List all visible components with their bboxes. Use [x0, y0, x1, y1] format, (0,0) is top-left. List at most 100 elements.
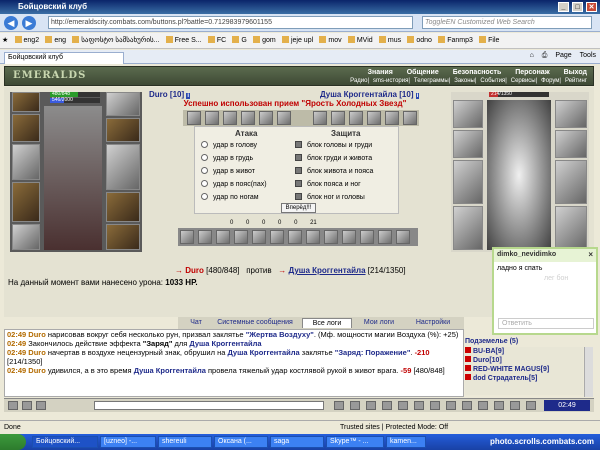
chat-input[interactable] [94, 401, 324, 410]
fav-link[interactable]: eng2 [14, 36, 39, 44]
forward-button[interactable]: Вперёд!!! [281, 203, 316, 213]
attack-option[interactable]: удар в грудь [201, 154, 253, 162]
menu-exit[interactable]: Выход [564, 69, 587, 76]
search-input[interactable]: ToggleEN Customized Web Search [422, 16, 592, 29]
tab-all-logs[interactable]: Все логи [302, 318, 352, 328]
menu-knowledge[interactable]: Знания [368, 69, 393, 76]
toolbar-icon[interactable] [22, 401, 32, 410]
toolbar-icon[interactable] [526, 401, 536, 410]
toolbar-icon[interactable] [462, 401, 472, 410]
taskbar-item[interactable]: Skype™ - ... [326, 436, 384, 448]
fav-link[interactable]: Fanmp3 [438, 36, 473, 44]
equip-slot[interactable] [12, 114, 40, 142]
toolbar-icon[interactable] [430, 401, 440, 410]
attack-option[interactable]: удар в пояс(пах) [201, 180, 267, 188]
toolbar-icon[interactable] [478, 401, 488, 410]
taskbar-item[interactable]: [uzneo] -... [100, 436, 156, 448]
tools-menu[interactable]: Tools [580, 52, 596, 59]
versus-right-name[interactable]: Душа Кроггентайла [289, 266, 366, 275]
player-row[interactable]: BU-BA[9] [465, 347, 583, 356]
fav-link[interactable]: jeje upl [281, 36, 313, 44]
taskbar-item[interactable]: saga [270, 436, 324, 448]
fav-link[interactable]: FC [207, 36, 226, 44]
fav-link[interactable]: საფოსტო სამსახურის... [72, 36, 160, 44]
forward-icon[interactable]: ▶ [22, 16, 36, 30]
skill-icon[interactable] [324, 230, 338, 244]
submenu-services[interactable]: Сервисы [511, 78, 536, 84]
skill-icon[interactable] [180, 230, 194, 244]
left-player-name[interactable]: Duro [10] i [149, 90, 191, 99]
right-player-name[interactable]: Душа Кроггентайла [10] i [320, 90, 420, 99]
player-row[interactable]: RED-WHITE MAGUS[9] [465, 365, 583, 374]
toolbar-icon[interactable] [8, 401, 18, 410]
submenu-forum[interactable]: Форум [541, 78, 559, 84]
favorites-star-icon[interactable]: ★ [2, 36, 8, 44]
fav-link[interactable]: Free S... [165, 36, 202, 44]
menu-security[interactable]: Безопасность [453, 69, 502, 76]
skill-icon[interactable] [198, 230, 212, 244]
fav-link[interactable]: MVid [347, 36, 373, 44]
home-icon[interactable]: ⌂ [530, 52, 534, 59]
attack-option[interactable]: удар в голову [201, 141, 257, 149]
close-icon[interactable]: × [588, 250, 593, 259]
equip-slot[interactable] [106, 192, 140, 222]
fav-link[interactable]: odno [407, 36, 432, 44]
toolbar-icon[interactable] [494, 401, 504, 410]
equip-slot[interactable] [12, 144, 40, 180]
toolbar-icon[interactable] [36, 401, 46, 410]
taskbar-item[interactable]: Оксана (... [214, 436, 268, 448]
close-icon[interactable]: ✕ [586, 2, 597, 12]
browser-tab[interactable]: Бойцовский клуб [4, 52, 124, 64]
skill-icon[interactable] [288, 230, 302, 244]
fav-link[interactable]: mus [378, 36, 401, 44]
start-button[interactable] [0, 434, 26, 450]
skill-icon[interactable] [396, 230, 410, 244]
print-icon[interactable]: ⎙ [542, 52, 548, 59]
minimize-icon[interactable]: _ [558, 2, 569, 12]
fav-link[interactable]: File [479, 36, 499, 44]
fav-link[interactable]: eng [45, 36, 66, 44]
skill-icon[interactable] [360, 230, 374, 244]
submenu-laws[interactable]: Законы [454, 78, 475, 84]
taskbar-item[interactable]: kamen... [386, 436, 426, 448]
submenu-sms[interactable]: sms-история [373, 78, 408, 84]
tab-chat[interactable]: Чат [182, 318, 210, 328]
tab-system-messages[interactable]: Системные сообщения [210, 318, 300, 328]
toolbar-icon[interactable] [350, 401, 360, 410]
submenu-telegrams[interactable]: Телеграммы [414, 78, 449, 84]
skill-icon[interactable] [342, 230, 356, 244]
url-field[interactable]: http://emeraldscity.combats.com/buttons.… [48, 16, 413, 29]
page-menu[interactable]: Page [555, 52, 571, 59]
menu-character[interactable]: Персонаж [515, 69, 549, 76]
toolbar-icon[interactable] [366, 401, 376, 410]
defense-option[interactable]: блок головы и груди [295, 141, 372, 149]
skill-icon[interactable] [234, 230, 248, 244]
player-row[interactable]: Duro[10] [465, 356, 583, 365]
reply-field[interactable]: Ответить [498, 318, 594, 329]
versus-left-name[interactable]: Duro [185, 266, 204, 275]
menu-communication[interactable]: Общение [407, 69, 439, 76]
equip-slot[interactable] [12, 182, 40, 222]
defense-option[interactable]: блок живота и пояса [295, 167, 373, 175]
equip-slot[interactable] [106, 224, 140, 250]
taskbar-item[interactable]: shereuli [158, 436, 212, 448]
toolbar-icon[interactable] [398, 401, 408, 410]
equip-slot[interactable] [106, 118, 140, 142]
skill-icon[interactable] [270, 230, 284, 244]
defense-option[interactable]: блок пояса и ног [295, 180, 361, 188]
submenu-radio[interactable]: Радио [350, 78, 367, 84]
submenu-rating[interactable]: Рейтинг [565, 78, 587, 84]
toolbar-icon[interactable] [334, 401, 344, 410]
tab-my-logs[interactable]: Мои логи [354, 318, 404, 328]
toolbar-icon[interactable] [510, 401, 520, 410]
skill-icon[interactable] [252, 230, 266, 244]
player-list-scrollbar[interactable] [584, 347, 593, 397]
equip-slot[interactable] [12, 92, 40, 112]
skill-icon[interactable] [378, 230, 392, 244]
back-icon[interactable]: ◀ [4, 16, 18, 30]
tab-settings[interactable]: Настройки [406, 318, 460, 328]
skill-icon[interactable] [216, 230, 230, 244]
equip-slot[interactable] [12, 224, 40, 250]
submenu-events[interactable]: События [480, 78, 505, 84]
skill-icon[interactable] [306, 230, 320, 244]
